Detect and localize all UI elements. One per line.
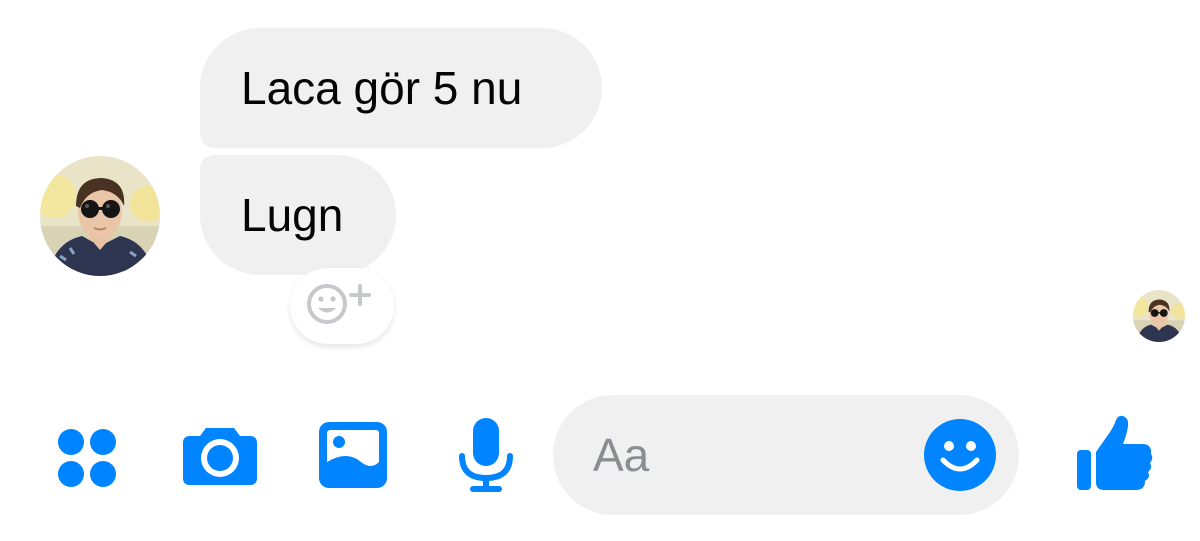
seen-avatar [1133, 290, 1185, 342]
gallery-button[interactable] [313, 418, 393, 498]
camera-icon [183, 428, 257, 485]
voice-button[interactable] [446, 418, 526, 498]
add-reaction-icon [307, 284, 371, 324]
camera-button[interactable] [180, 418, 260, 498]
chat-screen: Laca gör 5 nu Lugn [0, 0, 1200, 541]
more-actions-button[interactable] [47, 418, 127, 498]
add-reaction-button[interactable] [290, 268, 394, 344]
message-text: Laca gör 5 nu [241, 62, 523, 114]
message-composer[interactable] [553, 395, 1019, 515]
message-input[interactable] [593, 425, 933, 485]
like-button[interactable] [1074, 414, 1154, 494]
image-icon [319, 422, 387, 488]
smiley-icon [924, 419, 996, 491]
contact-avatar[interactable] [40, 156, 160, 276]
emoji-button[interactable] [923, 418, 997, 492]
message-bubble[interactable]: Lugn [200, 155, 396, 275]
message-text: Lugn [241, 189, 344, 241]
microphone-icon [459, 418, 513, 492]
thumbs-up-icon [1077, 415, 1153, 490]
avatar-image [40, 156, 160, 276]
four-dots-icon [58, 429, 116, 487]
message-bubble[interactable]: Laca gör 5 nu [200, 28, 602, 148]
avatar-image [1133, 290, 1185, 342]
